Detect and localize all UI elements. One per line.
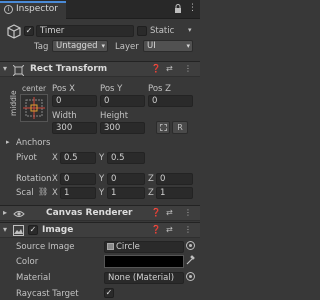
rotation-z-field[interactable]: 0 — [156, 173, 193, 185]
image-enabled-checkbox[interactable]: ✓ — [28, 225, 38, 235]
color-label: Color — [16, 257, 39, 267]
raycast-target-checkbox[interactable]: ✓ — [104, 288, 114, 298]
pos-x-label: Pos X — [52, 84, 75, 94]
height-field[interactable]: 300 — [100, 122, 145, 134]
raycast-target-label: Raycast Target — [16, 289, 79, 299]
rotation-label: Rotation — [16, 174, 52, 184]
kebab-icon[interactable]: ⋮ — [188, 3, 197, 13]
pivot-label: Pivot — [16, 153, 37, 163]
material-field[interactable]: None (Material) — [104, 272, 184, 284]
image-header[interactable]: ▾ ✓ Image ❓ ⇄ ⋮ — [0, 222, 200, 238]
material-label: Material — [16, 273, 51, 283]
anchor-preset-side-label: middle — [9, 90, 18, 116]
canvas-renderer-header[interactable]: ▸ Canvas Renderer ❓ ⇄ ⋮ — [0, 205, 200, 221]
scale-label: Scal — [16, 188, 34, 198]
scale-y-field[interactable]: 1 — [107, 187, 145, 199]
pos-z-field[interactable]: 0 — [148, 95, 193, 107]
help-icon[interactable]: ❓ — [151, 64, 161, 73]
layer-dropdown[interactable]: UI ▾ — [143, 40, 193, 52]
tag-label: Tag — [34, 42, 49, 52]
tag-dropdown[interactable]: Untagged ▾ — [52, 40, 108, 52]
width-field[interactable]: 300 — [52, 122, 97, 134]
pos-y-field[interactable]: 0 — [100, 95, 145, 107]
rotation-z-label: Z — [148, 174, 154, 184]
static-checkbox[interactable] — [137, 26, 147, 36]
layer-value: UI — [147, 41, 156, 51]
presets-icon[interactable]: ⇄ — [166, 64, 173, 73]
help-icon[interactable]: ❓ — [151, 225, 161, 234]
static-dropdown-icon[interactable]: ▾ — [188, 26, 192, 34]
chevron-down-icon: ▾ — [186, 42, 190, 50]
source-image-field[interactable]: Circle — [104, 241, 184, 253]
more-icon[interactable]: ⋮ — [184, 64, 192, 73]
scale-z-field[interactable]: 1 — [156, 187, 193, 199]
pos-x-field[interactable]: 0 — [52, 95, 97, 107]
rect-transform-header[interactable]: ▾ Rect Transform ❓ ⇄ ⋮ — [0, 61, 200, 77]
scale-x-label: X — [52, 188, 58, 198]
rotation-x-field[interactable]: 0 — [60, 173, 96, 185]
info-icon: i — [4, 5, 13, 14]
pivot-y-label: Y — [99, 153, 105, 163]
pivot-x-field[interactable]: 0.5 — [60, 152, 96, 164]
chevron-down-icon[interactable]: ▾ — [3, 225, 7, 234]
scale-y-label: Y — [99, 188, 105, 198]
rotation-y-label: Y — [99, 174, 105, 184]
lock-icon[interactable] — [174, 4, 182, 16]
object-picker-icon[interactable] — [186, 241, 195, 250]
gameobject-cube-icon — [6, 24, 22, 43]
image-title: Image — [42, 225, 74, 235]
scale-z-label: Z — [148, 188, 154, 198]
presets-icon[interactable]: ⇄ — [166, 208, 173, 217]
inspector-tab-label[interactable]: Inspector — [16, 4, 58, 14]
rect-transform-title: Rect Transform — [30, 64, 108, 74]
raw-edit-label: R — [177, 123, 183, 132]
more-icon[interactable]: ⋮ — [184, 208, 192, 217]
chevron-down-icon[interactable]: ▾ — [3, 64, 7, 73]
anchors-label[interactable]: Anchors — [16, 138, 50, 148]
width-label: Width — [52, 111, 77, 121]
pivot-y-field[interactable]: 0.5 — [107, 152, 145, 164]
more-icon[interactable]: ⋮ — [184, 225, 192, 234]
active-checkbox[interactable]: ✓ — [24, 26, 34, 36]
presets-icon[interactable]: ⇄ — [166, 225, 173, 234]
anchor-preset-button[interactable] — [20, 94, 48, 122]
object-picker-icon[interactable] — [186, 272, 195, 281]
color-swatch[interactable] — [104, 255, 184, 268]
static-label: Static — [150, 26, 175, 36]
sprite-icon — [107, 243, 114, 250]
canvas-renderer-title: Canvas Renderer — [46, 208, 133, 218]
blueprint-button[interactable] — [156, 121, 170, 134]
eye-icon — [13, 209, 25, 222]
chevron-down-icon: ▾ — [101, 42, 105, 50]
image-icon — [13, 225, 24, 239]
rotation-y-field[interactable]: 0 — [107, 173, 145, 185]
blueprint-icon — [160, 124, 167, 131]
layer-label: Layer — [115, 42, 139, 52]
object-name-field[interactable]: Timer — [36, 25, 134, 37]
scale-x-field[interactable]: 1 — [60, 187, 96, 199]
help-icon[interactable]: ❓ — [151, 208, 161, 217]
tag-value: Untagged — [56, 41, 98, 51]
anchor-preset-top-label: center — [22, 84, 47, 93]
pos-z-label: Pos Z — [148, 84, 171, 94]
source-image-label: Source Image — [16, 242, 75, 252]
rect-transform-icon — [12, 64, 25, 79]
chevron-right-icon[interactable]: ▸ — [3, 208, 7, 217]
eyedropper-icon[interactable] — [186, 255, 195, 268]
pivot-x-label: X — [52, 153, 58, 163]
rotation-x-label: X — [52, 174, 58, 184]
link-icon[interactable]: ⛓ — [38, 187, 48, 196]
pos-y-label: Pos Y — [100, 84, 123, 94]
chevron-right-icon[interactable]: ▸ — [6, 138, 10, 146]
height-label: Height — [100, 111, 129, 121]
source-image-value: Circle — [116, 242, 140, 252]
raw-edit-button[interactable]: R — [172, 121, 188, 134]
